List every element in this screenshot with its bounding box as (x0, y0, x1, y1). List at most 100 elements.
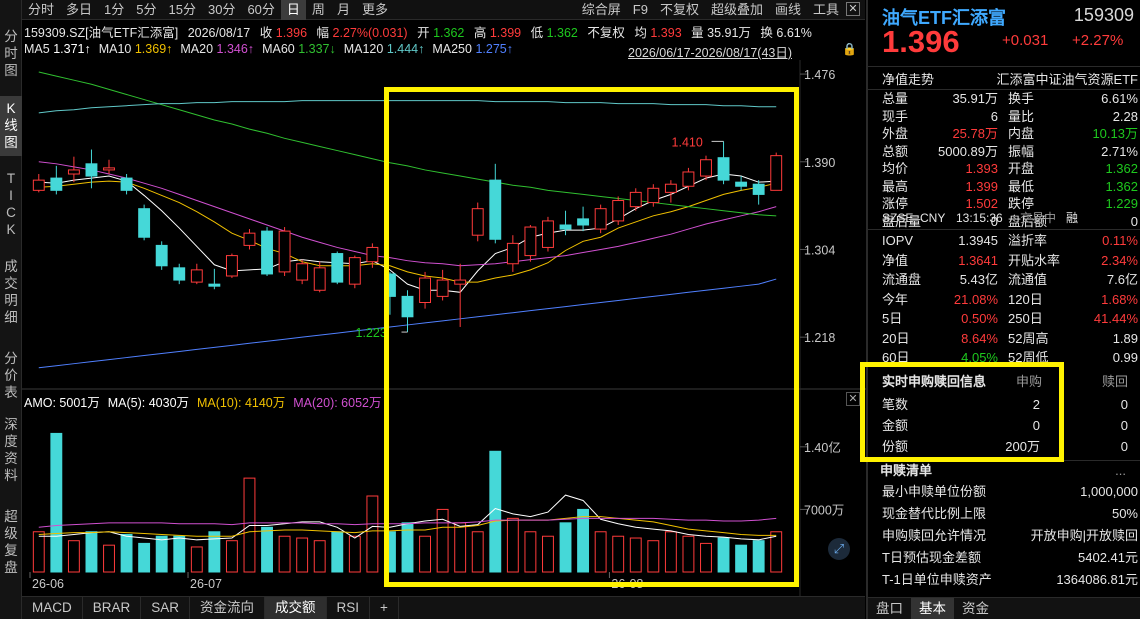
stat-value: 6.61% (1101, 91, 1138, 106)
kline-chart[interactable]: 1.476 1.390 1.304 1.218 1.40亿 7000万 26-06 26-0… (0, 0, 866, 596)
panel-tab-1[interactable]: 基本 (911, 598, 954, 619)
redeem-value: 5402.41元 (1078, 550, 1138, 565)
candle-body (577, 218, 590, 226)
volume-bar (278, 535, 291, 573)
stat-label: 开贴水率 (1008, 252, 1061, 268)
redeem-row: 申购赎回允许情况 开放申购|开放赎回 (882, 526, 1138, 545)
stat-label: 净值 (882, 252, 909, 268)
panel-tab-2[interactable]: 资金 (954, 598, 997, 619)
redeem-row: 现金替代比例上限 50% (882, 504, 1138, 523)
stat-value: 1.3641 (958, 252, 998, 268)
nav-trend-link[interactable]: 净值走势 (882, 70, 934, 89)
volume-bar (155, 535, 168, 573)
x-tick-label: 26-06 (32, 577, 64, 591)
candle-body (366, 246, 379, 263)
stats-row: 总量 35.91万 换手 6.61% (882, 90, 1138, 107)
volume-bar (138, 542, 151, 573)
candle-body (542, 220, 554, 248)
redeem-value: 开放申购|开放赎回 (1030, 528, 1138, 543)
stat-value: 2.71% (1101, 143, 1138, 159)
redeem-label: T日预估现金差额 (882, 550, 981, 565)
stat-label: 250日 (1008, 311, 1043, 326)
stat-label: 现手 (882, 108, 909, 124)
stat-value: 25.78万 (952, 126, 998, 141)
candle-body (770, 155, 783, 191)
candle-body (489, 179, 502, 240)
candle-body (401, 295, 414, 318)
volume-bar (471, 531, 484, 573)
amo-legend-2: MA(10): 4140万 (197, 396, 286, 410)
indicator-tab-6[interactable]: + (370, 597, 399, 619)
volume-bar (664, 531, 677, 573)
candle-body (752, 183, 765, 195)
indicator-tabs: MACD BRAR SAR 资金流向 成交额 RSI + (22, 596, 865, 619)
realtime-label: 份额 (882, 439, 909, 454)
candle-body (454, 279, 467, 285)
stat-label: 5日 (882, 311, 903, 326)
last-price: 1.396 (882, 24, 960, 59)
candle-body (243, 232, 256, 246)
stat-value: 1.68% (1101, 291, 1138, 307)
stat-value: 5000.89万 (938, 143, 998, 159)
stat-value: 2.28 (1112, 108, 1138, 124)
candle-body (682, 171, 695, 187)
indicator-tab-1[interactable]: BRAR (83, 597, 142, 619)
panel-tab-0[interactable]: 盘口 (868, 598, 911, 619)
indicator-tab-3[interactable]: 资金流向 (190, 597, 266, 619)
margin-flag: 融 (1066, 211, 1079, 225)
volume-y-tick-label: 1.40亿 (804, 440, 841, 455)
stat-label: 今年 (882, 291, 909, 307)
stat-value: 21.08% (953, 291, 998, 307)
redeem-label: T-1日单位申赎资产 (882, 572, 992, 587)
volume-bar (348, 535, 361, 573)
nav-trend-row[interactable]: 净值走势 汇添富中证油气资源ETF (882, 70, 1138, 89)
candle-body (506, 242, 519, 265)
stat-label: 流通值 (1008, 272, 1048, 287)
amo-legend-3: MA(20): 6052万 (293, 396, 382, 410)
stats2-row: 60日 4.05% 52周低 0.99 (882, 348, 1138, 367)
indicator-tab-5[interactable]: RSI (327, 597, 371, 619)
amo-close-icon[interactable]: ✕ (846, 392, 860, 406)
candle-body (85, 163, 98, 177)
indicator-tab-4[interactable]: 成交额 (265, 597, 327, 619)
indicator-tab-2[interactable]: SAR (141, 597, 191, 619)
stats-row: 最高 1.399 最低 1.362 (882, 178, 1138, 195)
volume-bar (524, 531, 537, 573)
ma60-line (38, 71, 777, 217)
stat-value: 41.44% (1093, 311, 1138, 326)
realtime-title: 实时申购赎回信息 (882, 374, 987, 389)
stat-value: 1.3945 (958, 233, 998, 248)
stat-label: 流通盘 (882, 272, 922, 287)
quote-time: 13:15:36 (956, 211, 1003, 225)
stat-value: 1.89 (1112, 330, 1138, 346)
volume-bar (296, 537, 309, 573)
ma120-line (38, 100, 777, 114)
candle-body (559, 224, 572, 230)
stat-label: 内盘 (1008, 126, 1035, 141)
stat-value: 35.91万 (952, 91, 998, 106)
exchange-row: SZSE CNY 13:15:36 交易中 融 (882, 209, 1138, 228)
stat-value: 7.6亿 (1106, 272, 1138, 287)
redeem-more-button[interactable]: ... (1115, 461, 1126, 480)
indicator-tab-0[interactable]: MACD (22, 597, 83, 619)
stat-label: 振幅 (1008, 143, 1035, 159)
realtime-redeem-value: 0 (1120, 397, 1128, 412)
volume-bar (190, 546, 203, 573)
candle-body (32, 179, 45, 191)
volume-bar (85, 531, 98, 573)
realtime-subscribe-value: 0 (1032, 418, 1040, 433)
low-annotation: 1.223 (356, 326, 387, 340)
volume-bar (629, 537, 642, 573)
volume-y-tick-label: 7000万 (804, 503, 844, 517)
candle-body (103, 167, 115, 171)
x-tick-label: 26-08 (611, 577, 643, 591)
stat-value: 0.11% (1102, 233, 1138, 248)
realtime-redeem-value: 0 (1120, 439, 1128, 454)
candle-body (717, 157, 730, 181)
stat-label: 120日 (1008, 291, 1043, 307)
fund-code: 159309 (1073, 5, 1134, 25)
volume-bar (542, 535, 554, 573)
expand-icon[interactable]: ⤢ (828, 538, 850, 560)
amo-legend: AMO: 5001万 MA(5): 4030万 MA(10): 4140万 MA(20… (24, 392, 389, 411)
candle-body (700, 159, 712, 177)
